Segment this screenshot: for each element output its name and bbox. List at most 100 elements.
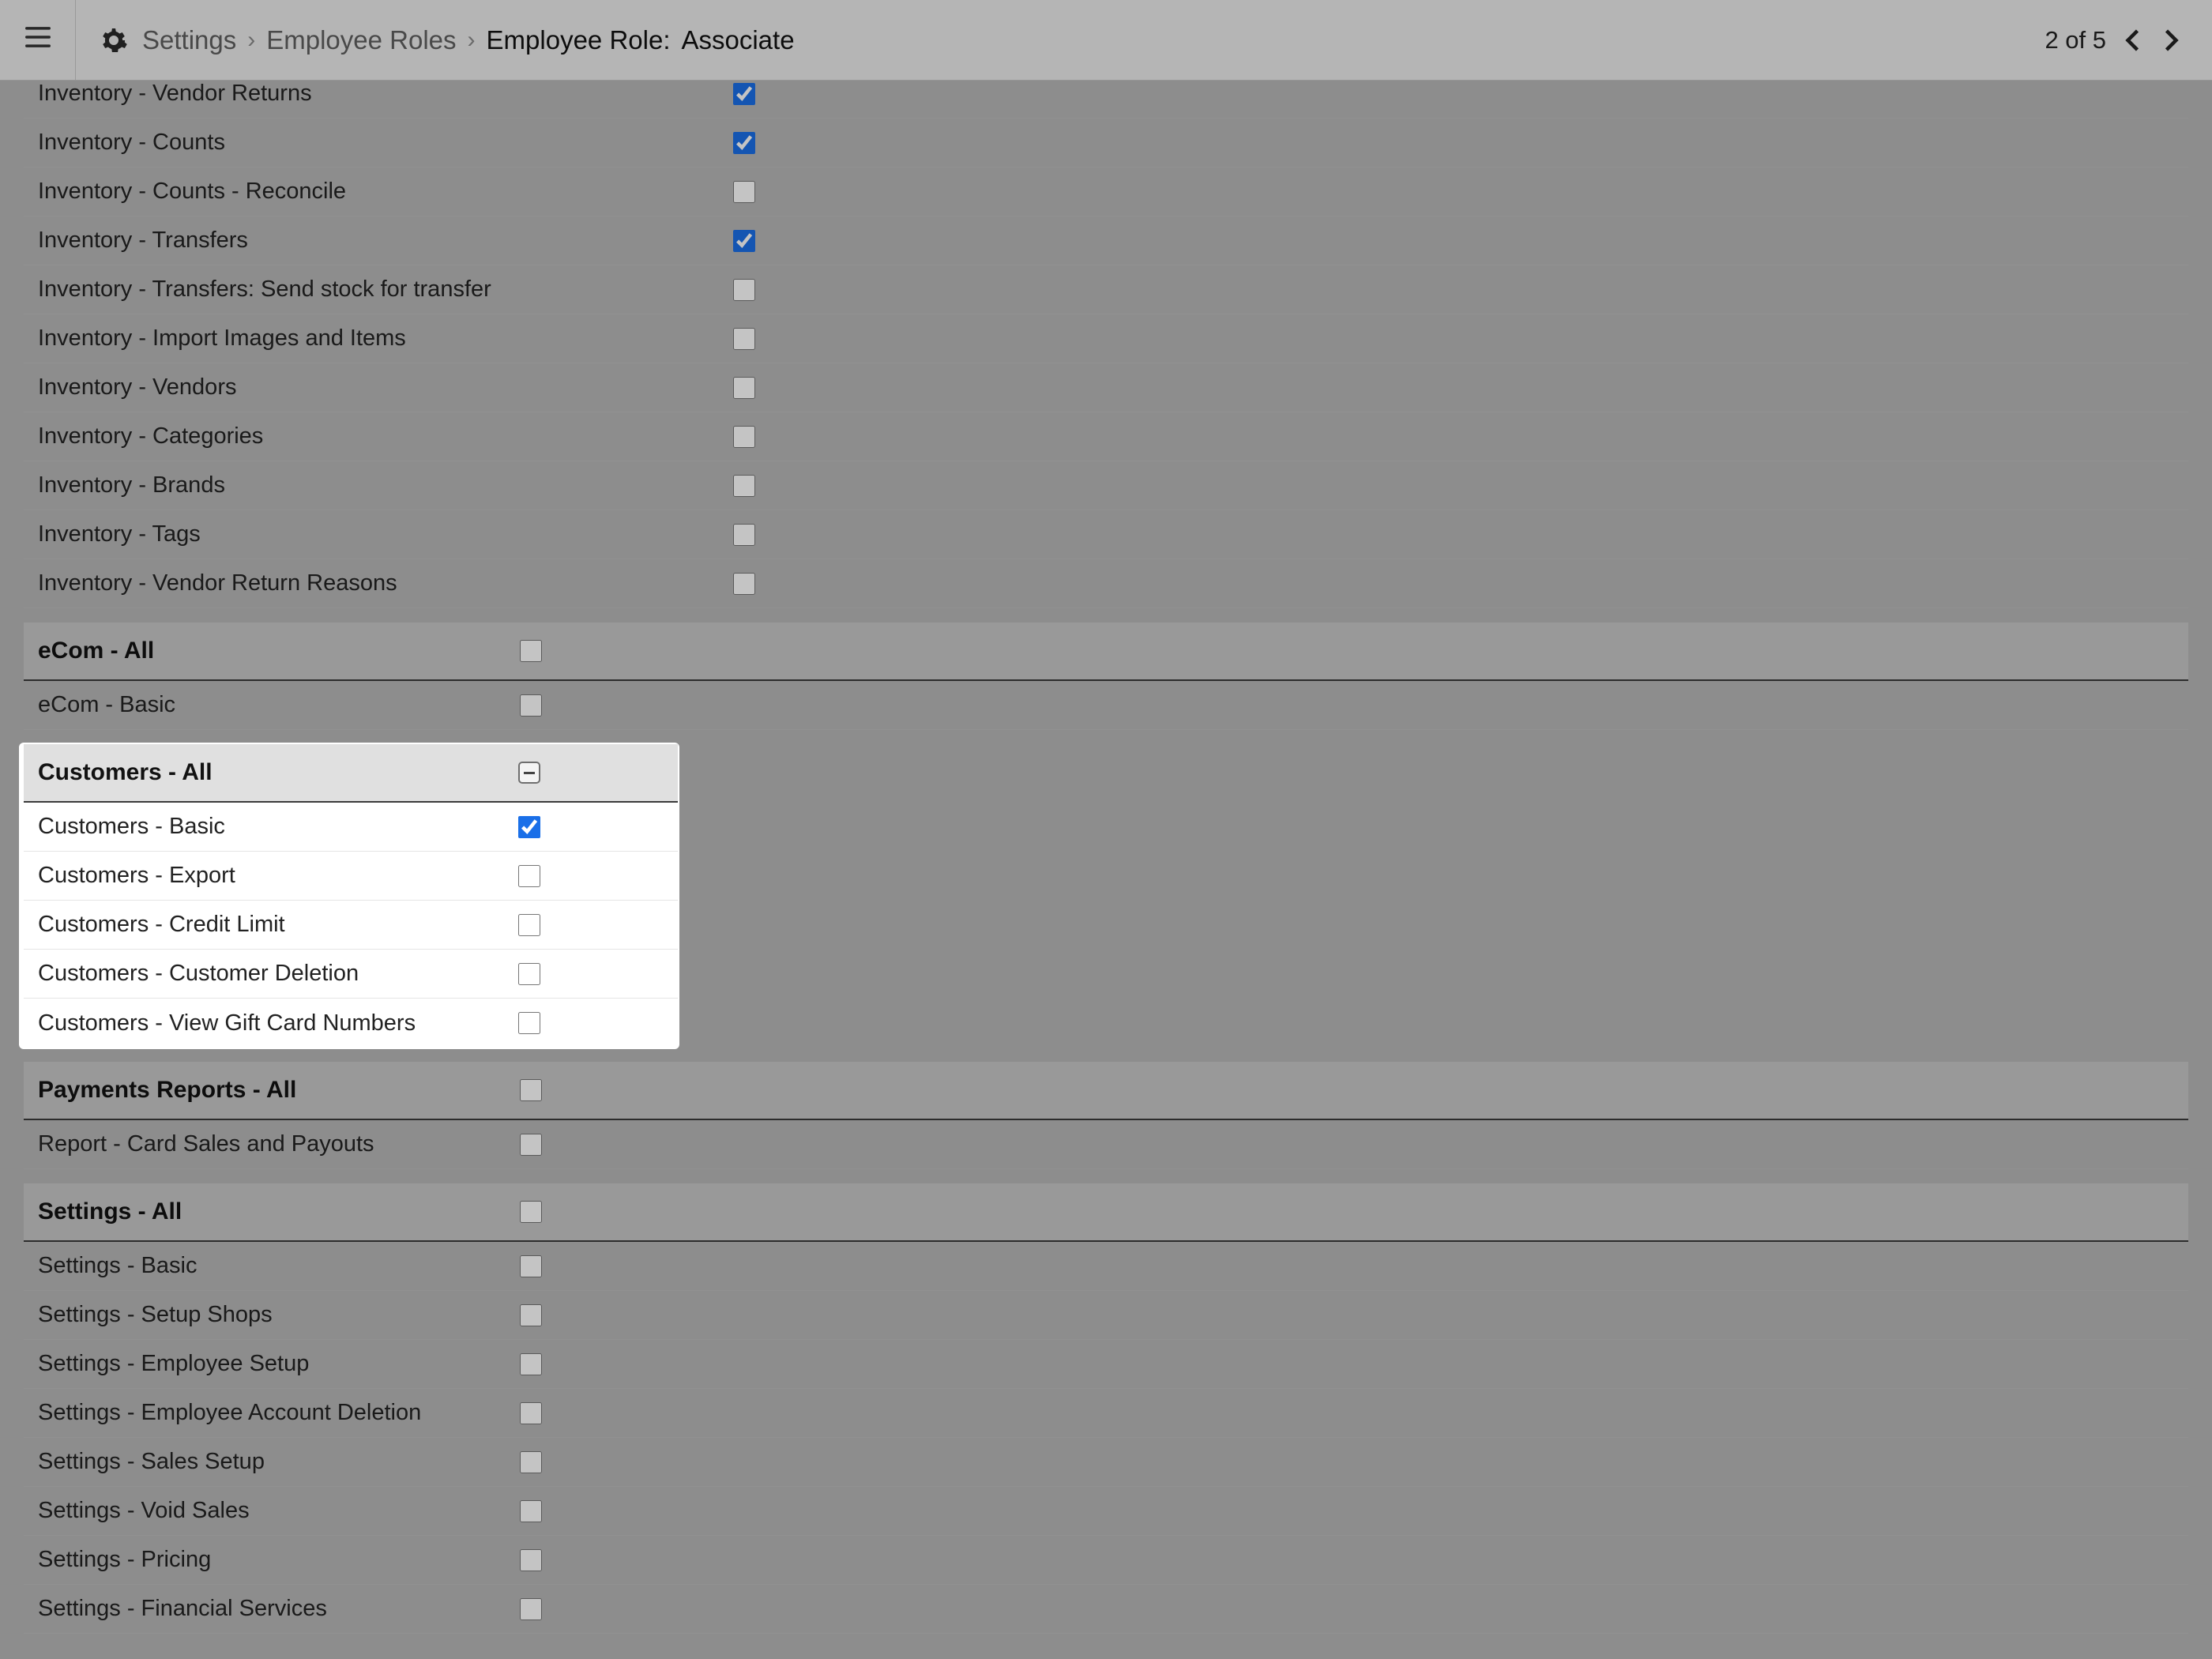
app-header: Settings › Employee Roles › Employee Rol… <box>0 0 2212 81</box>
permission-checkbox[interactable] <box>520 1451 542 1473</box>
permission-label: Settings - Setup Shops <box>38 1302 520 1328</box>
permission-label: Settings - Employee Account Deletion <box>38 1400 520 1426</box>
chevron-right-icon: › <box>468 27 476 54</box>
breadcrumb-link-settings[interactable]: Settings <box>142 25 236 55</box>
permission-row: Customers - Basic <box>24 803 678 852</box>
permission-checkbox[interactable] <box>733 83 755 105</box>
permission-label: eCom - Basic <box>38 692 520 718</box>
group-title: eCom - All <box>38 638 520 664</box>
next-button[interactable] <box>2152 22 2188 58</box>
permission-label: Inventory - Vendor Returns <box>38 81 733 107</box>
record-counter: 2 of 5 <box>2045 26 2106 55</box>
permission-checkbox[interactable] <box>520 1255 542 1277</box>
permission-checkbox[interactable] <box>733 328 755 350</box>
chevron-right-icon <box>2156 26 2184 55</box>
permission-label: Inventory - Import Images and Items <box>38 325 733 352</box>
breadcrumb-link-employee-roles[interactable]: Employee Roles <box>266 25 456 55</box>
permission-row: Inventory - Vendors <box>24 363 2188 412</box>
permission-row: Inventory - Transfers <box>24 216 2188 265</box>
highlighted-section-customers: Customers - All Customers - Basic Custom… <box>21 744 678 1048</box>
permission-row: Settings - Employee Setup <box>24 1340 2188 1389</box>
permission-checkbox[interactable] <box>520 1598 542 1620</box>
permission-row: Customers - Export <box>24 852 678 901</box>
group-checkbox[interactable] <box>520 1079 542 1101</box>
permission-checkbox[interactable] <box>733 573 755 595</box>
permission-checkbox[interactable] <box>520 1134 542 1156</box>
permission-label: Settings - Financial Services <box>38 1596 520 1622</box>
gear-icon <box>100 26 128 55</box>
permission-row: Report - Card Sales and Payouts <box>24 1120 2188 1169</box>
chevron-right-icon: › <box>247 27 255 54</box>
permission-checkbox[interactable] <box>520 694 542 717</box>
group-header-settings: Settings - All <box>24 1183 2188 1242</box>
permission-label: Inventory - Vendors <box>38 374 733 401</box>
group-title: Customers - All <box>38 759 518 786</box>
permission-checkbox[interactable] <box>518 1012 540 1034</box>
prev-button[interactable] <box>2116 22 2152 58</box>
group-title: Payments Reports - All <box>38 1077 520 1104</box>
permission-checkbox[interactable] <box>733 524 755 546</box>
permission-row: Inventory - Vendor Return Reasons <box>24 559 2188 608</box>
group-title: Settings - All <box>38 1198 520 1225</box>
permission-checkbox[interactable] <box>733 279 755 301</box>
permission-checkbox[interactable] <box>518 865 540 887</box>
permission-label: Inventory - Transfers <box>38 228 733 254</box>
permissions-table: Inventory - Vendor Returns Inventory - C… <box>0 81 2212 1659</box>
permission-row: Inventory - Counts - Reconcile <box>24 167 2188 216</box>
group-checkbox[interactable] <box>520 1201 542 1223</box>
group-checkbox-indeterminate[interactable] <box>518 762 540 784</box>
permission-row: Inventory - Brands <box>24 461 2188 510</box>
permission-label: Settings - Sales Setup <box>38 1449 520 1475</box>
menu-button[interactable] <box>0 0 76 80</box>
permission-row: Inventory - Tags <box>24 510 2188 559</box>
permission-row: Settings - Basic <box>24 1242 2188 1291</box>
permission-row: Settings - Employee Account Deletion <box>24 1389 2188 1438</box>
permission-label: Settings - Basic <box>38 1253 520 1279</box>
breadcrumb-current: Employee Role: <box>487 25 671 55</box>
permission-label: Report - Card Sales and Payouts <box>38 1131 520 1157</box>
group-header-ecom: eCom - All <box>24 623 2188 681</box>
permission-row: Settings - Setup Shops <box>24 1291 2188 1340</box>
permission-checkbox[interactable] <box>518 963 540 985</box>
permission-label: Customers - Export <box>38 863 518 889</box>
permission-label: Inventory - Transfers: Send stock for tr… <box>38 276 733 303</box>
permission-checkbox[interactable] <box>520 1402 542 1424</box>
chevron-left-icon <box>2120 26 2148 55</box>
permission-row: Settings - Sales Setup <box>24 1438 2188 1487</box>
permission-checkbox[interactable] <box>733 426 755 448</box>
permission-checkbox[interactable] <box>520 1353 542 1375</box>
breadcrumb: Settings › Employee Roles › Employee Rol… <box>142 25 795 55</box>
permission-row: Inventory - Transfers: Send stock for tr… <box>24 265 2188 314</box>
permission-label: Inventory - Brands <box>38 472 733 498</box>
permission-checkbox[interactable] <box>518 816 540 838</box>
permission-label: Customers - Basic <box>38 814 518 840</box>
hamburger-icon <box>23 22 53 58</box>
permission-checkbox[interactable] <box>733 377 755 399</box>
permission-checkbox[interactable] <box>520 1304 542 1326</box>
permission-label: Inventory - Vendor Return Reasons <box>38 570 733 596</box>
permission-checkbox[interactable] <box>733 181 755 203</box>
permission-label: Customers - Customer Deletion <box>38 961 518 987</box>
permission-label: Customers - Credit Limit <box>38 912 518 938</box>
permission-row: Settings - Financial Services <box>24 1585 2188 1634</box>
permission-checkbox[interactable] <box>520 1500 542 1522</box>
group-checkbox[interactable] <box>520 640 542 662</box>
permission-label: Settings - Employee Setup <box>38 1351 520 1377</box>
permission-row: Customers - Credit Limit <box>24 901 678 950</box>
permission-label: Customers - View Gift Card Numbers <box>38 1010 518 1036</box>
permission-checkbox[interactable] <box>733 475 755 497</box>
permission-checkbox[interactable] <box>520 1549 542 1571</box>
permission-label: Inventory - Counts <box>38 130 733 156</box>
permission-label: Inventory - Tags <box>38 521 733 547</box>
permission-label: Inventory - Categories <box>38 423 733 450</box>
permission-row: Settings - Pricing <box>24 1536 2188 1585</box>
group-header-payments: Payments Reports - All <box>24 1062 2188 1120</box>
permission-checkbox[interactable] <box>518 914 540 936</box>
permission-row: Customers - Customer Deletion <box>24 950 678 999</box>
permission-row: Inventory - Import Images and Items <box>24 314 2188 363</box>
breadcrumb-current-value: Associate <box>681 25 794 55</box>
permission-label: Inventory - Counts - Reconcile <box>38 179 733 205</box>
permission-checkbox[interactable] <box>733 132 755 154</box>
permission-checkbox[interactable] <box>733 230 755 252</box>
permission-row: eCom - Basic <box>24 681 2188 730</box>
